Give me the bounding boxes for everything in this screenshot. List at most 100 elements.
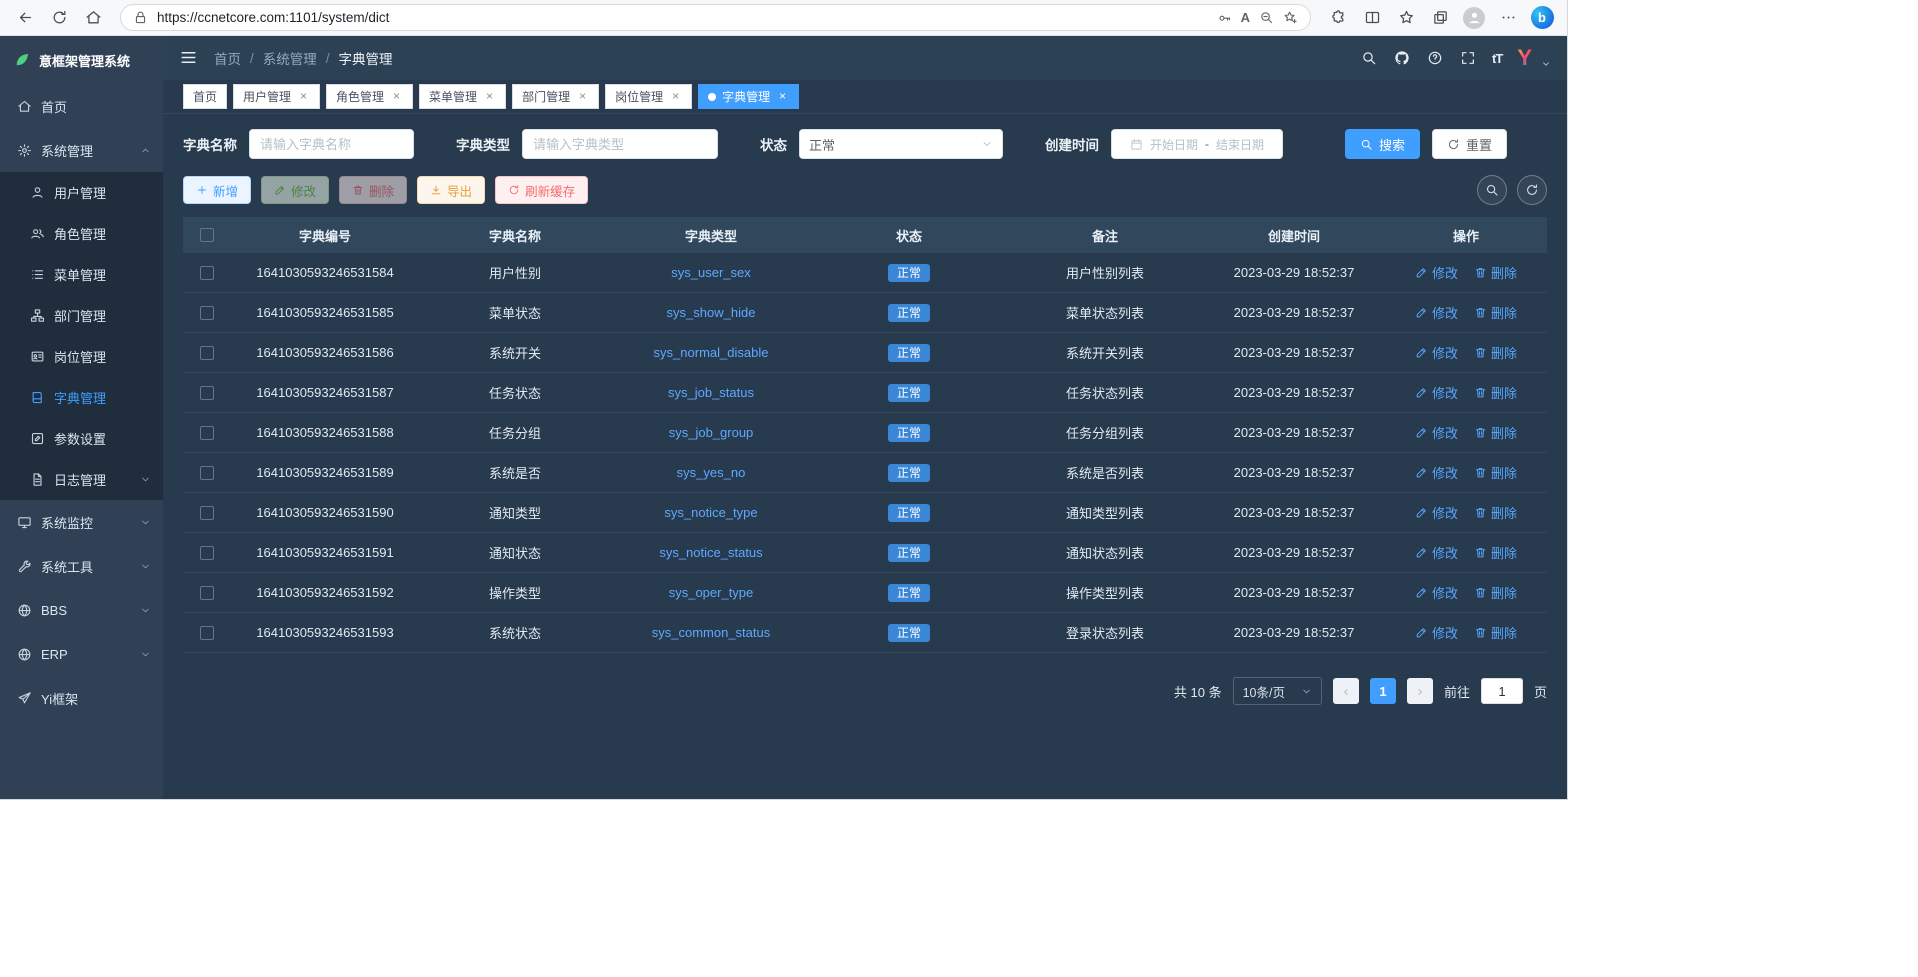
- row-delete-button[interactable]: 删除: [1474, 343, 1517, 362]
- row-delete-button[interactable]: 删除: [1474, 303, 1517, 322]
- add-favorite-icon[interactable]: [1283, 10, 1298, 25]
- bing-icon[interactable]: b: [1527, 4, 1557, 32]
- current-page-button[interactable]: 1: [1370, 678, 1396, 704]
- breadcrumb-system[interactable]: 系统管理: [263, 48, 317, 68]
- address-bar[interactable]: https://ccnetcore.com:1101/system/dict A: [120, 4, 1311, 31]
- read-aloud-icon[interactable]: A: [1241, 10, 1250, 25]
- dict-name-input[interactable]: [249, 129, 414, 159]
- reset-button[interactable]: 重置: [1432, 129, 1507, 159]
- dict-type-link[interactable]: sys_yes_no: [677, 465, 746, 480]
- site-lock-icon[interactable]: [133, 10, 148, 25]
- refresh-cache-button[interactable]: 刷新缓存: [495, 176, 588, 204]
- next-page-button[interactable]: ›: [1407, 678, 1433, 704]
- zoom-out-icon[interactable]: [1259, 10, 1274, 25]
- row-delete-button[interactable]: 删除: [1474, 583, 1517, 602]
- dict-type-link[interactable]: sys_job_status: [668, 385, 754, 400]
- close-icon[interactable]: ×: [776, 90, 789, 103]
- extensions-icon[interactable]: [1323, 4, 1353, 32]
- row-checkbox[interactable]: [200, 466, 214, 480]
- row-checkbox[interactable]: [200, 506, 214, 520]
- tab-home[interactable]: 首页: [183, 84, 227, 109]
- tab-departments[interactable]: 部门管理×: [512, 84, 599, 109]
- status-select[interactable]: 正常: [799, 129, 1003, 159]
- password-key-icon[interactable]: [1217, 10, 1232, 25]
- tab-menus[interactable]: 菜单管理×: [419, 84, 506, 109]
- github-icon[interactable]: [1393, 49, 1411, 67]
- sidebar-item-menus[interactable]: 菜单管理: [0, 254, 163, 295]
- close-icon[interactable]: ×: [669, 90, 682, 103]
- sidebar-item-bbs[interactable]: BBS: [0, 588, 163, 632]
- sidebar-item-logs[interactable]: 日志管理: [0, 459, 163, 500]
- profile-avatar[interactable]: [1459, 4, 1489, 32]
- row-checkbox[interactable]: [200, 546, 214, 560]
- reload-button[interactable]: [44, 4, 74, 32]
- split-screen-icon[interactable]: [1357, 4, 1387, 32]
- row-delete-button[interactable]: 删除: [1474, 503, 1517, 522]
- tab-users[interactable]: 用户管理×: [233, 84, 320, 109]
- row-checkbox[interactable]: [200, 586, 214, 600]
- sidebar-item-yi-framework[interactable]: Yi框架: [0, 676, 163, 720]
- text-size-icon[interactable]: tT: [1492, 51, 1502, 66]
- dict-type-link[interactable]: sys_job_group: [669, 425, 754, 440]
- sidebar-item-config[interactable]: 参数设置: [0, 418, 163, 459]
- collections-icon[interactable]: [1425, 4, 1455, 32]
- row-edit-button[interactable]: 修改: [1415, 543, 1458, 562]
- help-icon[interactable]: [1426, 49, 1444, 67]
- dict-type-input[interactable]: [522, 129, 718, 159]
- tab-posts[interactable]: 岗位管理×: [605, 84, 692, 109]
- dict-type-link[interactable]: sys_notice_type: [664, 505, 757, 520]
- dict-type-link[interactable]: sys_common_status: [652, 625, 771, 640]
- sidebar-item-roles[interactable]: 角色管理: [0, 213, 163, 254]
- add-button[interactable]: 新增: [183, 176, 251, 204]
- sidebar-item-home[interactable]: 首页: [0, 84, 163, 128]
- dict-type-link[interactable]: sys_oper_type: [669, 585, 754, 600]
- search-icon[interactable]: [1360, 49, 1378, 67]
- row-edit-button[interactable]: 修改: [1415, 383, 1458, 402]
- export-button[interactable]: 导出: [417, 176, 485, 204]
- dict-type-link[interactable]: sys_notice_status: [659, 545, 762, 560]
- row-delete-button[interactable]: 删除: [1474, 543, 1517, 562]
- select-all-checkbox[interactable]: [200, 228, 214, 242]
- close-icon[interactable]: ×: [576, 90, 589, 103]
- sidebar-item-users[interactable]: 用户管理: [0, 172, 163, 213]
- row-checkbox[interactable]: [200, 306, 214, 320]
- close-icon[interactable]: ×: [483, 90, 496, 103]
- search-button[interactable]: 搜索: [1345, 129, 1420, 159]
- url-text[interactable]: https://ccnetcore.com:1101/system/dict: [157, 10, 1208, 25]
- home-button[interactable]: [78, 4, 108, 32]
- favorites-icon[interactable]: [1391, 4, 1421, 32]
- refresh-table-button[interactable]: [1517, 175, 1547, 205]
- close-icon[interactable]: ×: [297, 90, 310, 103]
- sidebar-item-tools[interactable]: 系统工具: [0, 544, 163, 588]
- back-button[interactable]: [10, 4, 40, 32]
- fullscreen-icon[interactable]: [1459, 49, 1477, 67]
- show-search-toggle-button[interactable]: [1477, 175, 1507, 205]
- breadcrumb-home[interactable]: 首页: [214, 48, 241, 68]
- row-edit-button[interactable]: 修改: [1415, 343, 1458, 362]
- row-edit-button[interactable]: 修改: [1415, 623, 1458, 642]
- row-checkbox[interactable]: [200, 626, 214, 640]
- date-range-picker[interactable]: 开始日期 - 结束日期: [1111, 129, 1283, 159]
- row-checkbox[interactable]: [200, 426, 214, 440]
- sidebar-fold-icon[interactable]: [179, 48, 199, 68]
- sidebar-item-dict[interactable]: 字典管理: [0, 377, 163, 418]
- row-edit-button[interactable]: 修改: [1415, 423, 1458, 442]
- row-checkbox[interactable]: [200, 346, 214, 360]
- row-delete-button[interactable]: 删除: [1474, 263, 1517, 282]
- prev-page-button[interactable]: ‹: [1333, 678, 1359, 704]
- row-edit-button[interactable]: 修改: [1415, 263, 1458, 282]
- tab-roles[interactable]: 角色管理×: [326, 84, 413, 109]
- sidebar-item-departments[interactable]: 部门管理: [0, 295, 163, 336]
- sidebar-item-posts[interactable]: 岗位管理: [0, 336, 163, 377]
- row-delete-button[interactable]: 删除: [1474, 423, 1517, 442]
- user-logo[interactable]: Y: [1517, 47, 1532, 69]
- tab-dict-active[interactable]: 字典管理×: [698, 84, 799, 109]
- edit-button[interactable]: 修改: [261, 176, 329, 204]
- delete-button[interactable]: 删除: [339, 176, 407, 204]
- goto-page-input[interactable]: [1481, 678, 1523, 704]
- row-delete-button[interactable]: 删除: [1474, 383, 1517, 402]
- row-edit-button[interactable]: 修改: [1415, 463, 1458, 482]
- dict-type-link[interactable]: sys_show_hide: [667, 305, 756, 320]
- row-checkbox[interactable]: [200, 386, 214, 400]
- row-checkbox[interactable]: [200, 266, 214, 280]
